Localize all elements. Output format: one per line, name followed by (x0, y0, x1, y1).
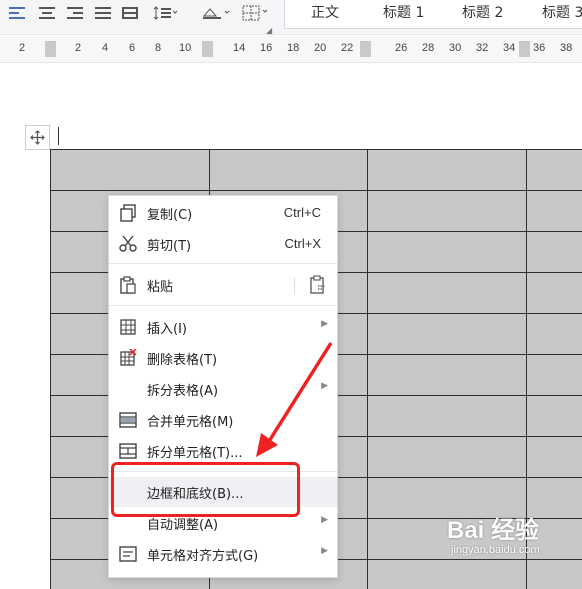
toolbar: 正文 标题 1 标题 2 标题 3 ◢ (0, 0, 582, 35)
shortcut-label: Ctrl+C (283, 205, 321, 220)
menu-label: 插入(I) (147, 322, 187, 337)
menu-label: 拆分单元格(T)... (147, 446, 243, 461)
ruler-number: 36 (533, 42, 546, 54)
table-delete-icon (119, 349, 137, 367)
ruler-number: 2 (19, 42, 26, 54)
border-icon[interactable] (240, 4, 274, 22)
ruler-number: 4 (102, 42, 109, 54)
style-heading-3[interactable]: 标题 3 (542, 2, 582, 22)
menu-separator (109, 263, 337, 264)
distributed-align-icon[interactable] (119, 4, 141, 22)
ruler-number: 10 (179, 42, 192, 54)
line-spacing-icon[interactable] (152, 4, 180, 22)
ruler-column-marker[interactable] (202, 41, 213, 57)
baidu-watermark: Bai 经验 jingyan.baidu.com (447, 510, 577, 568)
ruler-number: 18 (287, 42, 300, 54)
context-menu: 复制(C) Ctrl+C 剪切(T) Ctrl+X 粘贴 插入(I) ▶ 删除表… (108, 195, 338, 578)
menu-divider (294, 277, 295, 295)
watermark-url: jingyan.baidu.com (451, 544, 540, 556)
highlight-box (111, 462, 300, 517)
ruler-number: 6 (129, 42, 136, 54)
menu-item-split-table[interactable]: 拆分表格(A) ▶ (109, 374, 337, 404)
align-center-icon[interactable] (36, 4, 58, 22)
ruler-number: 30 (449, 42, 462, 54)
ruler-number: 28 (422, 42, 435, 54)
table-border (367, 149, 368, 589)
shortcut-label: Ctrl+X (284, 236, 321, 251)
menu-item-insert[interactable]: 插入(I) ▶ (109, 312, 337, 342)
ruler-number: 8 (155, 42, 162, 54)
text-cursor (58, 127, 59, 145)
style-heading-2[interactable]: 标题 2 (462, 2, 503, 22)
menu-label: 复制(C) (147, 208, 193, 223)
table-border (50, 149, 51, 589)
menu-label: 剪切(T) (147, 239, 192, 254)
scissors-icon (119, 235, 137, 253)
ruler-number: 38 (560, 42, 573, 54)
menu-item-copy[interactable]: 复制(C) Ctrl+C (109, 198, 337, 228)
ruler-column-marker[interactable] (360, 41, 371, 57)
submenu-arrow-icon: ▶ (321, 381, 328, 391)
table-border (50, 149, 582, 150)
ruler-number: 34 (503, 42, 516, 54)
move-table-icon[interactable] (25, 125, 50, 150)
cell-align-icon (119, 545, 137, 563)
merge-cells-icon (119, 411, 137, 429)
menu-item-cell-alignment[interactable]: 单元格对齐方式(G) ▶ (109, 539, 337, 569)
ruler-number: 20 (314, 42, 327, 54)
menu-item-merge-cells[interactable]: 合并单元格(M) (109, 405, 337, 435)
menu-label: 粘贴 (147, 280, 174, 295)
ruler-number: 32 (476, 42, 489, 54)
ruler-margin-marker[interactable] (45, 41, 56, 57)
menu-label: 单元格对齐方式(G) (147, 549, 259, 564)
justify-icon[interactable] (92, 4, 114, 22)
style-gallery: 正文 标题 1 标题 2 标题 3 (284, 0, 582, 29)
ruler-number: 22 (341, 42, 354, 54)
expand-icon[interactable]: ◢ (266, 26, 272, 35)
menu-separator (109, 305, 337, 306)
table-insert-icon (119, 318, 137, 336)
menu-label: 删除表格(T) (147, 353, 218, 368)
align-right-icon[interactable] (64, 4, 86, 22)
table-border (50, 190, 582, 191)
ruler-number: 14 (233, 42, 246, 54)
menu-item-cut[interactable]: 剪切(T) Ctrl+X (109, 229, 337, 259)
clipboard-icon (119, 276, 137, 294)
split-cells-icon (119, 442, 137, 460)
submenu-arrow-icon: ▶ (321, 546, 328, 556)
paste-options-icon[interactable] (309, 275, 327, 295)
menu-item-paste[interactable]: 粘贴 (109, 270, 337, 300)
menu-label: 合并单元格(M) (147, 415, 234, 430)
ruler-column-marker[interactable] (519, 41, 530, 57)
menu-item-delete-table[interactable]: 删除表格(T) (109, 343, 337, 373)
menu-label: 拆分表格(A) (147, 384, 219, 399)
ruler-number: 26 (395, 42, 408, 54)
style-normal[interactable]: 正文 (311, 2, 339, 22)
copy-icon (119, 204, 137, 222)
ruler-number: 2 (75, 42, 82, 54)
shading-icon[interactable] (200, 4, 234, 22)
style-heading-1[interactable]: 标题 1 (383, 2, 424, 22)
ruler-number: 16 (260, 42, 273, 54)
watermark-text: Bai 经验 (447, 517, 540, 544)
submenu-arrow-icon: ▶ (321, 319, 328, 329)
submenu-arrow-icon: ▶ (321, 515, 328, 525)
align-left-icon[interactable] (6, 4, 28, 22)
horizontal-ruler[interactable]: 2 2 4 6 8 10 14 16 18 20 22 26 28 30 32 … (0, 36, 582, 63)
